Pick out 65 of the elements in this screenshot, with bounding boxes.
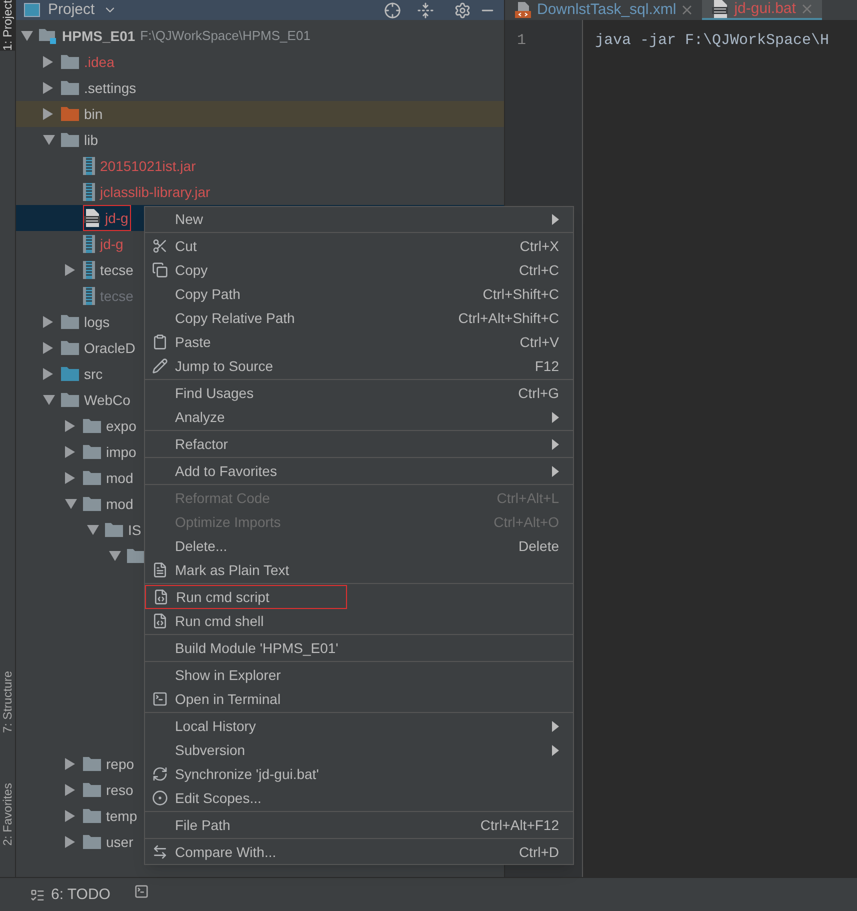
tree-label: jclasslib-library.jar xyxy=(100,182,210,202)
menu-item-label: Edit Scopes... xyxy=(175,788,262,808)
tree-label: src xyxy=(84,364,103,384)
menu-item-label: Local History xyxy=(175,716,256,736)
menu-item-label: Synchronize 'jd-gui.bat' xyxy=(175,764,319,784)
menu-item-label: Copy Path xyxy=(175,284,240,304)
shortcut-label: Ctrl+G xyxy=(518,384,559,402)
tree-label: 20151021ist.jar xyxy=(100,156,196,176)
shortcut-label: Ctrl+C xyxy=(518,260,559,280)
menu-item-label: Paste xyxy=(175,332,211,352)
tree-label: WebCo xyxy=(84,390,130,410)
tree-label: mod xyxy=(106,468,134,488)
tree-label: jd-g xyxy=(100,234,124,254)
tree-label: temp xyxy=(106,806,138,826)
menu-item-label: Mark as Plain Text xyxy=(175,560,290,580)
shortcut-label: Ctrl+V xyxy=(520,332,559,352)
tree-label: reso xyxy=(106,780,134,800)
menu-item-label: Cut xyxy=(175,236,197,256)
tree-label: impo xyxy=(106,442,136,462)
menu-item-label: Add to Favorites xyxy=(175,462,277,480)
tree-label: expo xyxy=(106,416,136,436)
tree-label: jd-g xyxy=(105,208,128,228)
shortcut-label: Delete xyxy=(518,536,559,556)
menu-item-label: Build Module 'HPMS_E01' xyxy=(175,638,338,658)
tree-label: repo xyxy=(106,754,134,774)
tree-label: tecse xyxy=(100,286,134,306)
menu-item-label: Open in Terminal xyxy=(175,690,281,709)
tool-window-label: 6: TODO xyxy=(51,885,110,905)
tree-label: IS xyxy=(128,520,142,540)
menu-item-label: New xyxy=(175,210,204,228)
menu-item-label: Subversion xyxy=(175,740,246,760)
menu-item-label: Delete... xyxy=(175,536,228,556)
menu-item-label: Show in Explorer xyxy=(175,666,281,685)
shortcut-label: Ctrl+D xyxy=(518,842,559,862)
menu-item-label: Run cmd shell xyxy=(175,612,264,630)
tree-label: mod xyxy=(106,494,134,514)
menu-item-label: Jump to Source xyxy=(175,356,274,376)
shortcut-label: Ctrl+Shift+C xyxy=(482,284,559,304)
tree-label: .settings xyxy=(84,78,136,98)
menu-item-label: Copy Relative Path xyxy=(175,308,295,328)
tree-label: HPMS_E01 xyxy=(62,26,136,46)
tab-label: jd-gui.bat xyxy=(734,0,796,19)
tree-path: F:\QJWorkSpace\HPMS_E01 xyxy=(140,27,310,46)
menu-item-label: Run cmd script xyxy=(176,588,270,607)
tree-label: OracleD xyxy=(84,338,136,358)
menu-item-label: Analyze xyxy=(175,408,225,427)
tree-label: bin xyxy=(84,104,103,124)
menu-item-label: Refactor xyxy=(175,434,228,454)
tree-label: .idea xyxy=(84,52,114,72)
menu-item-label: Find Usages xyxy=(175,384,254,403)
menu-item-label: Copy xyxy=(175,260,208,280)
code-line: java -jar F:\QJWorkSpace\H xyxy=(595,31,830,51)
line-number: 1 xyxy=(517,31,528,51)
tree-label: lib xyxy=(84,130,98,150)
menu-item-label: File Path xyxy=(175,816,230,834)
shortcut-label: Ctrl+X xyxy=(520,236,559,256)
menu-item-label: Compare With... xyxy=(175,842,276,862)
tree-label: logs xyxy=(84,312,110,332)
shortcut-label: Ctrl+Alt+Shift+C xyxy=(458,308,559,328)
tree-label: user xyxy=(106,832,134,852)
shortcut-label: Ctrl+Alt+F12 xyxy=(480,816,559,834)
shortcut-label: F12 xyxy=(534,356,559,376)
panel-title: Project xyxy=(48,0,95,20)
tree-label: tecse xyxy=(100,260,134,280)
tab-label: DownlstTask_sql.xml xyxy=(537,0,676,20)
